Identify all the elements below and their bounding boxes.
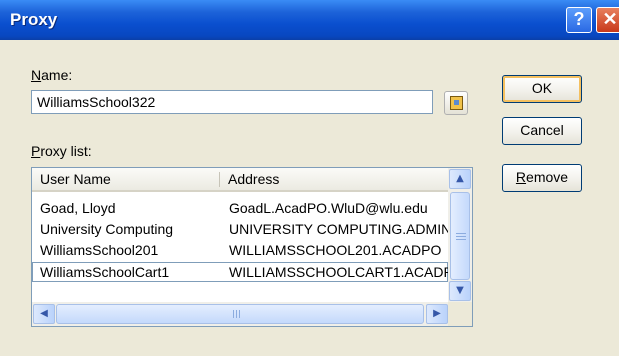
proxy-list[interactable]: User Name Address Goad, Lloyd GoadL.Acad… [31,167,473,327]
proxy-dialog: Proxy ? ✕ Name: Proxy list: User Name Ad… [0,0,619,356]
grip-line [236,310,237,318]
row-address: WILLIAMSSCHOOL201.ACADPO [229,242,442,258]
list-row[interactable]: WilliamsSchool201 WILLIAMSSCHOOL201.ACAD… [32,240,448,260]
grip-line [233,310,234,318]
row-user-name: Goad, Lloyd [40,200,116,216]
row-address: GoadL.AcadPO.WluD@wlu.edu [229,200,428,216]
proxy-list-label: Proxy list: [31,143,92,159]
list-row[interactable]: University Computing UNIVERSITY COMPUTIN… [32,219,448,239]
close-button[interactable]: ✕ [596,7,619,33]
list-header: User Name Address [32,168,448,192]
vertical-scrollbar[interactable]: ▲ ▼ [448,168,472,302]
horizontal-scrollbar[interactable]: ◀ ▶ [32,302,448,326]
grip-line [456,236,466,237]
row-user-name: WilliamsSchool201 [40,242,159,258]
scrollbar-corner [448,302,472,326]
scroll-left-arrow-icon: ◀ [40,308,48,319]
scroll-right-arrow-icon: ▶ [433,308,441,319]
address-book-icon [450,96,463,110]
scroll-down-button[interactable]: ▼ [449,281,471,301]
address-book-button[interactable] [444,91,468,115]
grip-line [239,310,240,318]
horizontal-scroll-thumb[interactable] [56,304,424,324]
remove-button[interactable]: Remove [502,164,582,192]
help-icon: ? [573,9,585,29]
scroll-up-arrow-icon: ▲ [456,173,464,184]
scroll-left-button[interactable]: ◀ [33,304,55,324]
window-title: Proxy [10,10,58,29]
name-label: Name: [31,67,73,83]
row-address: UNIVERSITY COMPUTING.ADMIN [229,221,448,237]
ok-button[interactable]: OK [502,75,582,103]
vertical-scroll-thumb[interactable] [450,192,470,280]
close-icon: ✕ [602,9,618,29]
column-header-address[interactable]: Address [220,168,448,190]
row-user-name: WilliamsSchoolCart1 [40,264,170,280]
name-input[interactable] [31,90,433,114]
cancel-button[interactable]: Cancel [502,117,582,145]
row-user-name: University Computing [40,221,174,237]
grip-line [456,233,466,234]
row-address: WILLIAMSSCHOOLCART1.ACADPO [229,264,448,280]
scroll-right-button[interactable]: ▶ [426,304,448,324]
grip-line [456,239,466,240]
help-button[interactable]: ? [566,7,592,33]
list-row[interactable]: Goad, Lloyd GoadL.AcadPO.WluD@wlu.edu [32,198,448,218]
column-header-user-name[interactable]: User Name [32,168,220,190]
scroll-up-button[interactable]: ▲ [449,169,471,189]
title-bar: Proxy ? ✕ [0,0,619,40]
scroll-down-arrow-icon: ▼ [456,285,464,296]
list-row-selected[interactable]: WilliamsSchoolCart1 WILLIAMSSCHOOLCART1.… [32,262,448,282]
